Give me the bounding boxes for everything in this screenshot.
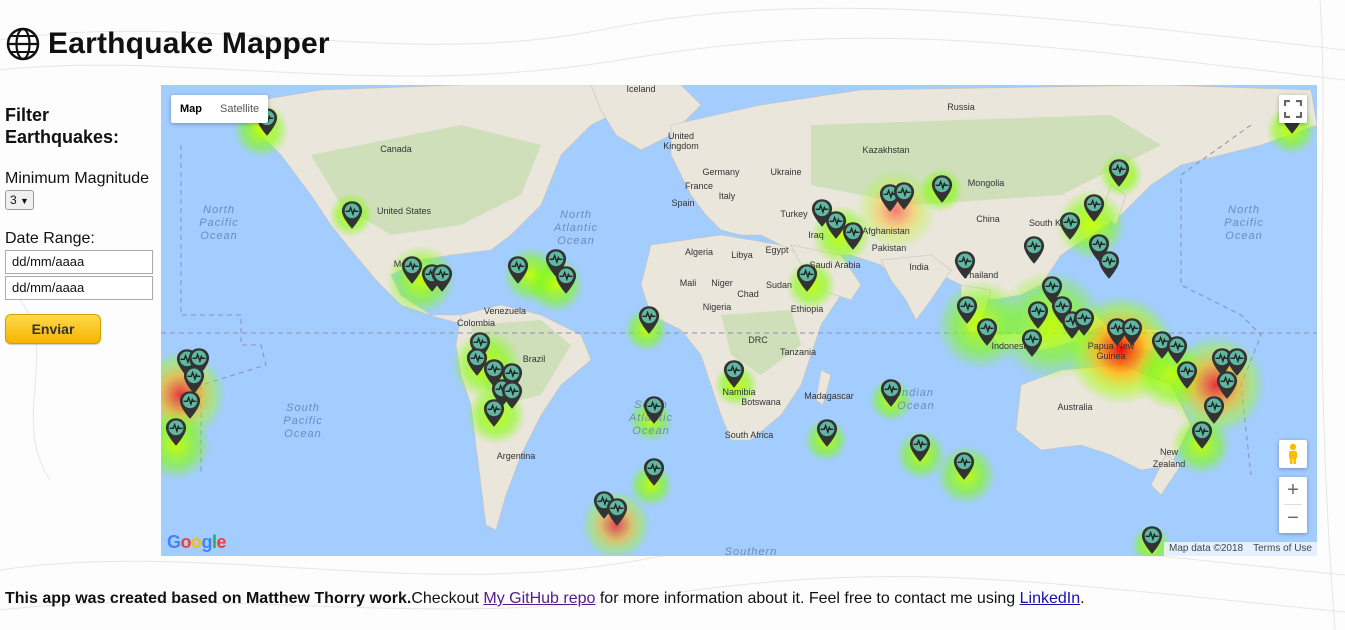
date-from-input[interactable]: dd/mm/aaaa — [5, 250, 153, 274]
date-range-label: Date Range: — [5, 230, 95, 247]
label-botswana: Botswana — [741, 397, 781, 407]
label-sudan: Sudan — [766, 280, 792, 290]
label-png-2: Guinea — [1096, 351, 1125, 361]
svg-text:Ocean: Ocean — [632, 425, 669, 437]
label-tanzania: Tanzania — [780, 347, 816, 357]
label-china: China — [976, 214, 1000, 224]
label-venezuela: Venezuela — [484, 306, 526, 316]
footer-text-2: for more information about it. Feel free… — [595, 590, 1020, 607]
label-libya: Libya — [731, 250, 753, 260]
fullscreen-button[interactable] — [1279, 95, 1307, 123]
label-afghanistan: Afghanistan — [862, 226, 910, 236]
zoom-out-button[interactable]: − — [1279, 505, 1307, 532]
earthquake-map[interactable]: Iceland Russia Canada United Kingdom Kaz… — [161, 85, 1317, 556]
submit-button[interactable]: Enviar — [5, 314, 101, 344]
svg-text:Atlantic: Atlantic — [553, 222, 598, 234]
svg-text:Pacific: Pacific — [199, 217, 238, 229]
label-new-zealand-1: New — [1160, 447, 1179, 457]
label-australia: Australia — [1057, 402, 1092, 412]
map-type-control: Map Satellite — [171, 95, 269, 123]
footer-text-3: . — [1080, 590, 1085, 607]
label-uk-1: United — [668, 131, 694, 141]
label-south-africa: South Africa — [725, 430, 774, 440]
svg-text:North: North — [203, 204, 235, 216]
label-kazakhstan: Kazakhstan — [862, 145, 909, 155]
zoom-control: + − — [1279, 477, 1307, 533]
date-to-input[interactable]: dd/mm/aaaa — [5, 276, 153, 300]
min-magnitude-value: 3 — [10, 193, 17, 207]
label-germany: Germany — [702, 167, 740, 177]
label-pakistan: Pakistan — [872, 243, 907, 253]
label-iraq: Iraq — [808, 230, 824, 240]
label-brazil: Brazil — [523, 354, 546, 364]
label-russia: Russia — [947, 102, 975, 112]
label-new-zealand-2: Zealand — [1153, 459, 1186, 469]
github-link[interactable]: My GitHub repo — [483, 590, 595, 607]
label-iceland: Iceland — [626, 85, 655, 94]
zoom-in-button[interactable]: + — [1279, 477, 1307, 504]
label-france: France — [685, 181, 713, 191]
svg-text:Pacific: Pacific — [283, 415, 322, 427]
label-ukraine: Ukraine — [770, 167, 801, 177]
svg-text:Ocean: Ocean — [897, 400, 934, 412]
min-magnitude-select[interactable]: 3 ▼ — [5, 190, 34, 210]
svg-text:North: North — [1228, 204, 1260, 216]
label-mongolia: Mongolia — [968, 178, 1005, 188]
label-southern: Southern — [725, 546, 778, 556]
dropdown-arrow-icon: ▼ — [20, 196, 29, 206]
label-india: India — [909, 262, 929, 272]
min-magnitude-label: Minimum Magnitude — [5, 170, 150, 187]
svg-text:Ocean: Ocean — [284, 428, 321, 440]
label-drc: DRC — [748, 335, 768, 345]
label-turkey: Turkey — [780, 209, 808, 219]
label-niger: Niger — [711, 278, 733, 288]
google-logo: Google — [167, 532, 227, 552]
label-chad: Chad — [737, 289, 759, 299]
terms-link[interactable]: Terms of Use — [1248, 542, 1317, 556]
svg-text:Ocean: Ocean — [1225, 230, 1262, 242]
app-header: Earthquake Mapper — [6, 22, 330, 66]
label-us: United States — [377, 206, 432, 216]
fullscreen-icon — [1284, 100, 1302, 118]
label-egypt: Egypt — [765, 245, 789, 255]
label-algeria: Algeria — [685, 247, 713, 257]
svg-text:North: North — [560, 209, 592, 221]
footer: This app was created based on Matthew Th… — [5, 590, 1085, 608]
label-namibia: Namibia — [722, 387, 755, 397]
label-png-1: Papua New — [1088, 341, 1135, 351]
svg-text:Ocean: Ocean — [557, 235, 594, 247]
label-nigeria: Nigeria — [703, 302, 732, 312]
map-attribution: Map data ©2018 Terms of Use — [1164, 542, 1317, 556]
linkedin-link[interactable]: LinkedIn — [1020, 590, 1081, 607]
footer-text-1: Checkout — [411, 590, 484, 607]
label-colombia: Colombia — [457, 318, 495, 328]
label-canada: Canada — [380, 144, 412, 154]
label-uk-2: Kingdom — [663, 141, 699, 151]
street-view-button[interactable] — [1279, 440, 1307, 468]
svg-text:Pacific: Pacific — [1224, 217, 1263, 229]
earthquake-marker — [1098, 250, 1120, 280]
svg-text:Indian: Indian — [898, 387, 934, 399]
label-mali: Mali — [680, 278, 697, 288]
map-data-text: Map data ©2018 — [1169, 543, 1244, 554]
label-ethiopia: Ethiopia — [791, 304, 824, 314]
map-canvas: Iceland Russia Canada United Kingdom Kaz… — [161, 85, 1317, 556]
label-spain: Spain — [671, 198, 694, 208]
label-argentina: Argentina — [497, 451, 536, 461]
pegman-icon — [1289, 443, 1297, 464]
label-saudi: Saudi Arabia — [809, 260, 860, 270]
map-type-map-button[interactable]: Map — [171, 95, 211, 123]
map-type-satellite-button[interactable]: Satellite — [211, 95, 268, 123]
label-madagascar: Madagascar — [804, 391, 854, 401]
globe-icon — [6, 27, 40, 61]
svg-text:Ocean: Ocean — [200, 230, 237, 242]
page-title: Earthquake Mapper — [48, 27, 330, 60]
label-italy: Italy — [719, 191, 736, 201]
filter-sidebar: Filter Earthquakes: Minimum Magnitude 3 … — [5, 104, 155, 344]
footer-credit: This app was created based on Matthew Th… — [5, 590, 412, 607]
filter-title: Filter Earthquakes: — [5, 105, 120, 147]
svg-text:South: South — [286, 402, 320, 414]
